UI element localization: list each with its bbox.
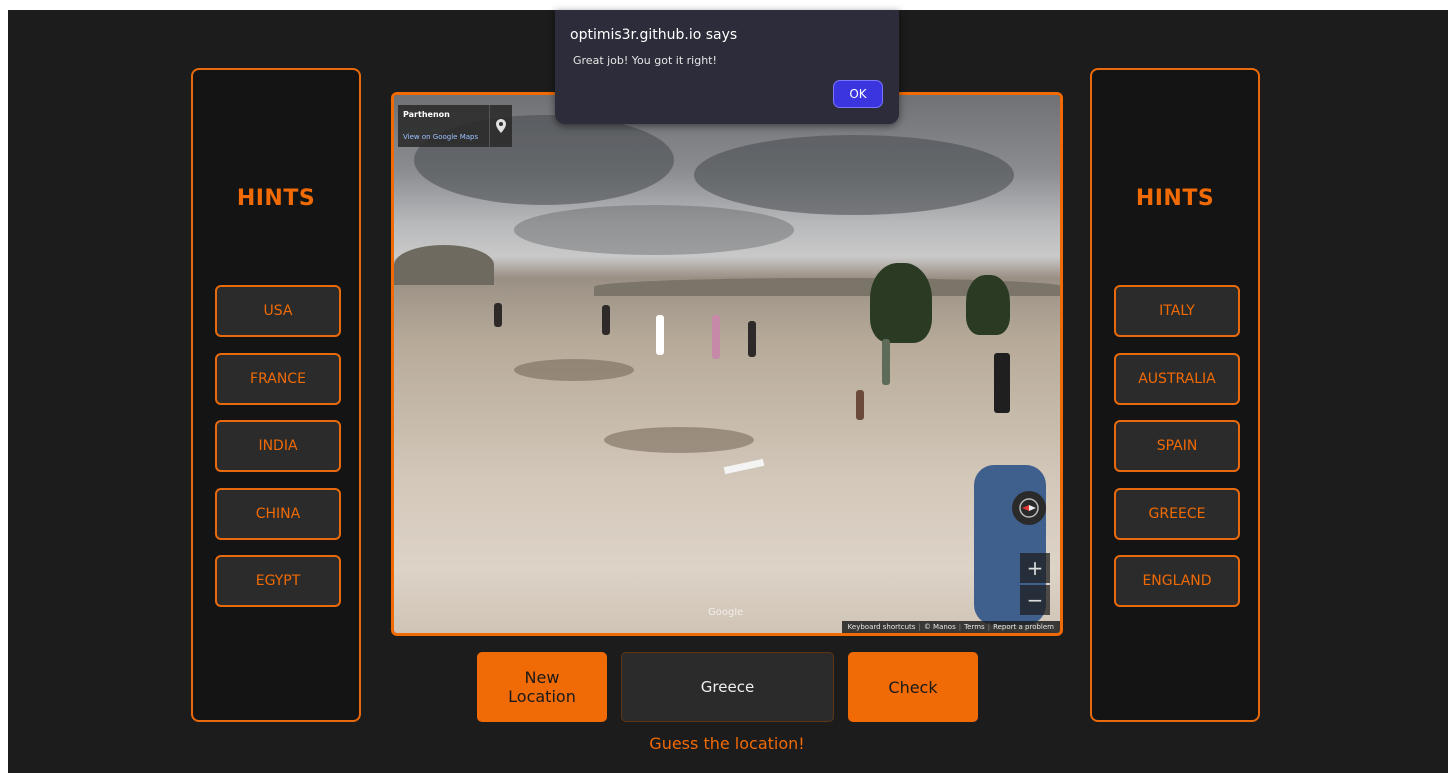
photo-credit: © Manos bbox=[923, 623, 956, 631]
report-problem-link[interactable]: Report a problem bbox=[990, 623, 1057, 631]
hint-button-greece[interactable]: GREECE bbox=[1114, 488, 1240, 540]
alert-message: Great job! You got it right! bbox=[573, 54, 717, 67]
zoom-in-button[interactable]: + bbox=[1020, 553, 1050, 583]
alert-dialog: optimis3r.github.io says Great job! You … bbox=[555, 10, 899, 124]
new-location-button[interactable]: New Location bbox=[477, 652, 607, 722]
tourist-figure bbox=[656, 315, 664, 355]
street-view-panorama[interactable]: Parthenon View on Google Maps + − Google… bbox=[394, 95, 1060, 633]
hint-button-italy[interactable]: ITALY bbox=[1114, 285, 1240, 337]
tourist-figure bbox=[712, 315, 720, 359]
left-hints-panel: HINTS USA FRANCE INDIA CHINA EGYPT bbox=[191, 68, 361, 722]
zoom-out-button[interactable]: − bbox=[1020, 585, 1050, 615]
terms-link[interactable]: Terms bbox=[961, 623, 988, 631]
hint-button-usa[interactable]: USA bbox=[215, 285, 341, 337]
tourist-figure bbox=[882, 339, 890, 385]
tourist-figure bbox=[856, 390, 864, 420]
map-pin-icon[interactable] bbox=[489, 105, 512, 147]
place-info-box: Parthenon View on Google Maps bbox=[398, 105, 512, 147]
alert-title: optimis3r.github.io says bbox=[570, 27, 738, 43]
left-hints-title: HINTS bbox=[236, 186, 316, 211]
status-message: Guess the location! bbox=[649, 734, 805, 753]
hint-button-china[interactable]: CHINA bbox=[215, 488, 341, 540]
new-location-label-line1: New bbox=[524, 668, 560, 687]
check-button[interactable]: Check bbox=[848, 652, 978, 722]
alert-ok-button[interactable]: OK bbox=[833, 80, 883, 108]
tree-shape bbox=[870, 263, 932, 343]
view-on-google-maps-link[interactable]: View on Google Maps bbox=[403, 133, 478, 141]
hint-button-england[interactable]: ENGLAND bbox=[1114, 555, 1240, 607]
hint-button-egypt[interactable]: EGYPT bbox=[215, 555, 341, 607]
guess-input[interactable]: Greece bbox=[621, 652, 834, 722]
place-name: Parthenon bbox=[403, 110, 450, 119]
keyboard-shortcuts-link[interactable]: Keyboard shortcuts bbox=[845, 623, 919, 631]
puddle-shape bbox=[514, 359, 634, 381]
puddle-shape bbox=[604, 427, 754, 453]
navigation-arrow[interactable] bbox=[723, 458, 765, 475]
tourist-figure bbox=[494, 303, 502, 327]
hint-button-spain[interactable]: SPAIN bbox=[1114, 420, 1240, 472]
hint-button-australia[interactable]: AUSTRALIA bbox=[1114, 353, 1240, 405]
tree-shape bbox=[966, 275, 1010, 335]
new-location-label-line2: Location bbox=[508, 687, 576, 706]
street-view-frame: Parthenon View on Google Maps + − Google… bbox=[391, 92, 1063, 636]
right-hints-panel: HINTS ITALY AUSTRALIA SPAIN GREECE ENGLA… bbox=[1090, 68, 1260, 722]
hint-button-france[interactable]: FRANCE bbox=[215, 353, 341, 405]
right-hints-title: HINTS bbox=[1135, 186, 1215, 211]
attribution-bar: Keyboard shortcuts | © Manos | Terms | R… bbox=[841, 621, 1060, 633]
hint-button-india[interactable]: INDIA bbox=[215, 420, 341, 472]
cloud-shape bbox=[694, 135, 1014, 215]
cloud-shape bbox=[514, 205, 794, 255]
hill-shape bbox=[394, 245, 494, 285]
google-watermark: Google bbox=[708, 607, 744, 618]
compass-icon[interactable] bbox=[1012, 491, 1046, 525]
tourist-figure bbox=[602, 305, 610, 335]
tourist-figure bbox=[748, 321, 756, 357]
tourist-figure bbox=[994, 353, 1010, 413]
